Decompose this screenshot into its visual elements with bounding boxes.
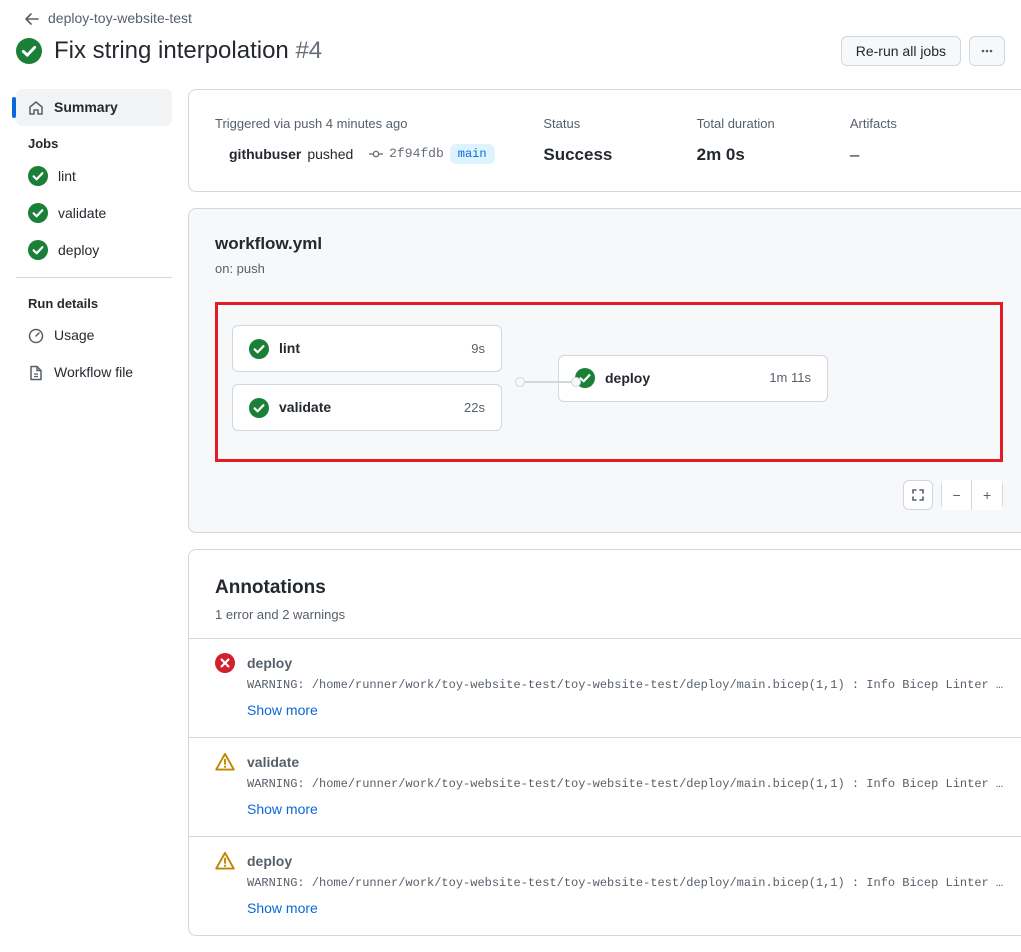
duration-value[interactable]: 2m 0s	[697, 145, 745, 164]
fullscreen-icon	[910, 487, 926, 503]
duration-label: Total duration	[697, 114, 850, 134]
page-title: Fix string interpolation #4	[16, 33, 322, 69]
annotations-summary: 1 error and 2 warnings	[215, 605, 1003, 625]
branch-tag[interactable]: main	[450, 144, 495, 164]
job-time: 9s	[471, 339, 485, 359]
annotation-job: deploy	[247, 653, 1003, 674]
zoom-in-button[interactable]: +	[972, 480, 1002, 510]
sidebar-item-usage[interactable]: Usage	[16, 317, 172, 354]
check-circle-icon	[28, 240, 48, 260]
meter-icon	[28, 328, 44, 344]
annotation-message: WARNING: /home/runner/work/toy-website-t…	[247, 775, 1003, 793]
annotation-job: deploy	[247, 851, 1003, 872]
workflow-trigger: on: push	[215, 259, 1003, 279]
annotation-item: validate WARNING: /home/runner/work/toy-…	[189, 737, 1021, 836]
sidebar-item-label: lint	[58, 166, 76, 187]
job-name: deploy	[605, 368, 650, 389]
show-more-link[interactable]: Show more	[247, 700, 318, 721]
job-node-lint[interactable]: lint 9s	[232, 325, 502, 372]
more-actions-button[interactable]	[969, 36, 1005, 66]
status-label: Status	[543, 114, 696, 134]
annotation-job: validate	[247, 752, 1003, 773]
job-name: validate	[279, 397, 331, 418]
fullscreen-button[interactable]	[903, 480, 933, 510]
annotation-item: deploy WARNING: /home/runner/work/toy-we…	[189, 836, 1021, 935]
job-name: lint	[279, 338, 300, 359]
back-link[interactable]: deploy-toy-website-test	[48, 8, 192, 29]
job-time: 22s	[464, 398, 485, 418]
sidebar-item-label: Summary	[54, 97, 118, 118]
status-value: Success	[543, 145, 612, 164]
sidebar-item-job-validate[interactable]: validate	[16, 195, 172, 232]
show-more-link[interactable]: Show more	[247, 799, 318, 820]
commit-icon	[369, 147, 383, 161]
zoom-out-button[interactable]: −	[942, 480, 972, 510]
sidebar-item-workflow-file[interactable]: Workflow file	[16, 354, 172, 391]
check-circle-icon	[249, 398, 269, 418]
run-number: #4	[295, 37, 322, 64]
trigger-text: Triggered via push 4 minutes ago	[215, 114, 543, 134]
artifacts-value: –	[850, 142, 1003, 168]
annotation-message: WARNING: /home/runner/work/toy-website-t…	[247, 676, 1003, 694]
job-node-validate[interactable]: validate 22s	[232, 384, 502, 431]
x-circle-icon	[215, 653, 235, 673]
sidebar-item-job-lint[interactable]: lint	[16, 158, 172, 195]
annotations-title: Annotations	[215, 574, 1003, 603]
arrow-left-icon	[24, 11, 40, 27]
file-icon	[28, 365, 44, 381]
home-icon	[28, 100, 44, 116]
warning-icon	[215, 752, 235, 772]
breadcrumb[interactable]: deploy-toy-website-test	[24, 8, 1005, 29]
sidebar-item-label: deploy	[58, 240, 99, 261]
sidebar-item-label: Usage	[54, 325, 94, 346]
annotation-message: WARNING: /home/runner/work/toy-website-t…	[247, 874, 1003, 892]
run-details-heading: Run details	[16, 286, 172, 318]
sidebar-item-label: Workflow file	[54, 362, 133, 383]
workflow-graph: lint 9s validate 22s	[215, 302, 1003, 462]
check-circle-icon	[16, 38, 42, 64]
kebab-icon	[979, 43, 995, 59]
artifacts-label: Artifacts	[850, 114, 1003, 134]
rerun-all-button[interactable]: Re-run all jobs	[841, 36, 961, 66]
job-time: 1m 11s	[769, 368, 811, 388]
annotation-item: deploy WARNING: /home/runner/work/toy-we…	[189, 638, 1021, 737]
workflow-file-name: workflow.yml	[215, 231, 1003, 257]
sidebar-item-job-deploy[interactable]: deploy	[16, 232, 172, 269]
jobs-heading: Jobs	[16, 126, 172, 158]
check-circle-icon	[28, 166, 48, 186]
check-circle-icon	[249, 339, 269, 359]
actor-name[interactable]: githubuser	[229, 144, 301, 165]
job-node-deploy[interactable]: deploy 1m 11s	[558, 355, 828, 402]
graph-connector	[520, 381, 576, 383]
action-text: pushed	[307, 144, 353, 165]
run-title: Fix string interpolation	[54, 37, 289, 64]
sidebar-item-summary[interactable]: Summary	[16, 89, 172, 126]
show-more-link[interactable]: Show more	[247, 898, 318, 919]
sidebar-item-label: validate	[58, 203, 106, 224]
warning-icon	[215, 851, 235, 871]
check-circle-icon	[28, 203, 48, 223]
commit-sha[interactable]: 2f94fdb	[389, 144, 444, 164]
